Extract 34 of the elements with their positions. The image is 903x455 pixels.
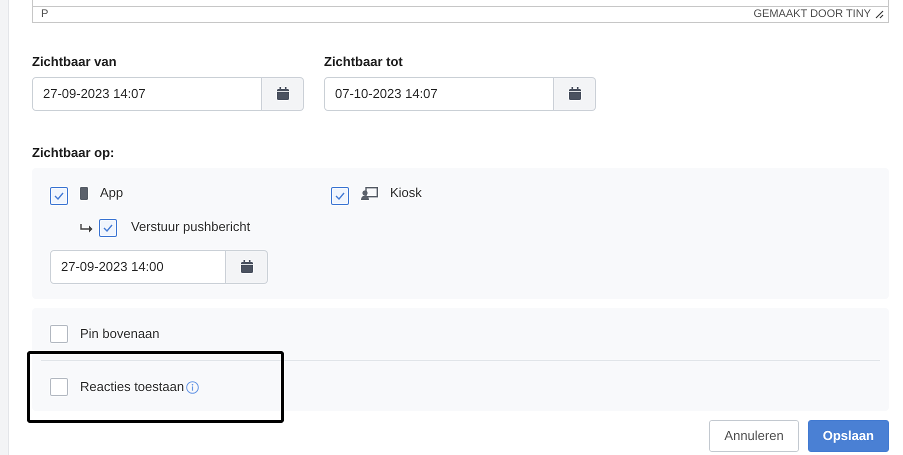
channel-label: App xyxy=(100,184,124,202)
calendar-icon xyxy=(240,260,252,273)
field-label: Zichtbaar tot xyxy=(324,53,404,71)
arrow-icon xyxy=(80,224,93,234)
presenter-icon xyxy=(361,187,378,200)
calendar-button[interactable] xyxy=(262,76,304,110)
checkbox[interactable] xyxy=(50,187,68,205)
option-label: Reacties toestaan xyxy=(80,378,184,396)
date-time-field[interactable]: 07-10-2023 14:07 xyxy=(324,76,554,110)
calendar-icon xyxy=(568,87,580,100)
check-icon xyxy=(335,192,345,200)
resize-handle-icon[interactable] xyxy=(875,10,884,19)
check-icon xyxy=(103,224,113,232)
checkbox[interactable] xyxy=(50,325,68,343)
checkbox[interactable] xyxy=(99,218,117,237)
checkbox[interactable] xyxy=(331,187,349,205)
channel-label: Kiosk xyxy=(390,184,422,202)
checkbox[interactable] xyxy=(50,378,68,396)
option-label: Pin bovenaan xyxy=(80,325,160,344)
element-path[interactable]: P xyxy=(41,6,48,23)
save-button[interactable]: Opslaan xyxy=(808,420,889,452)
field-label: Zichtbaar van xyxy=(32,53,118,71)
calendar-button[interactable] xyxy=(226,250,268,284)
calendar-icon xyxy=(276,87,288,100)
branding-link[interactable]: GEMAAKT DOOR TINY xyxy=(753,6,871,23)
check-icon xyxy=(54,192,64,200)
date-time-field[interactable]: 27-09-2023 14:00 xyxy=(50,250,226,284)
push-label: Verstuur pushbericht xyxy=(131,218,250,236)
section-label: Zichtbaar op: xyxy=(32,144,116,162)
phone-icon xyxy=(80,187,88,200)
date-time-field[interactable]: 27-09-2023 14:07 xyxy=(32,76,262,110)
calendar-button[interactable] xyxy=(554,76,596,110)
cancel-button[interactable]: Annuleren xyxy=(709,420,799,452)
info-icon[interactable] xyxy=(186,381,200,394)
